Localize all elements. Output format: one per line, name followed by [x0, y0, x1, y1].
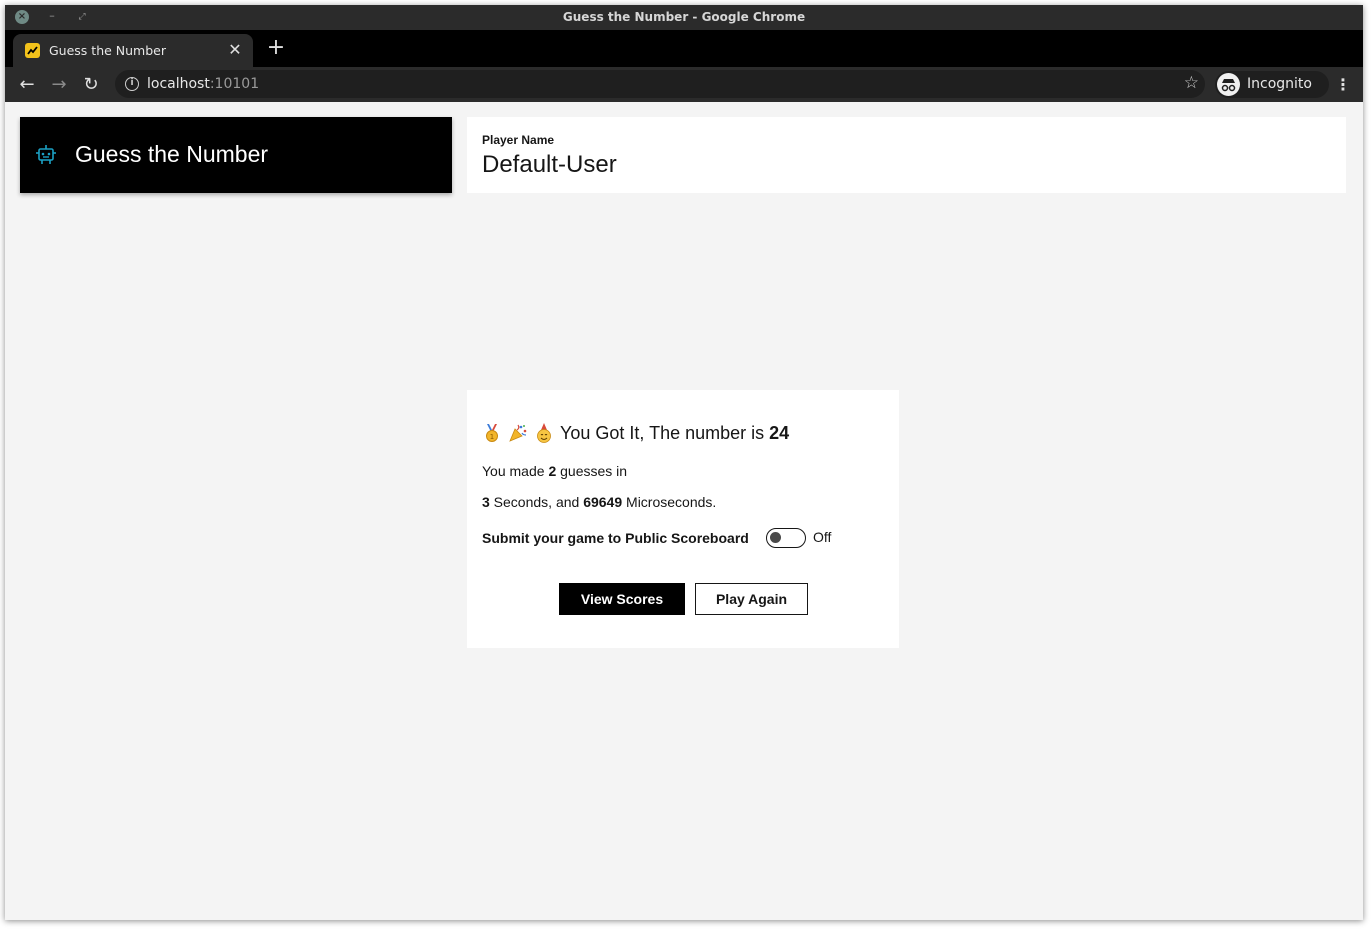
browser-window: × – ⤢ Guess the Number - Google Chrome G… — [5, 5, 1363, 920]
title-bar: × – ⤢ Guess the Number - Google Chrome — [5, 5, 1363, 30]
svg-text:1: 1 — [490, 433, 494, 441]
browser-toolbar: ← → ↻ i localhost:10101 ☆ Incognito ⋮ — [5, 67, 1363, 102]
tab-close-icon[interactable]: ✕ — [225, 40, 245, 60]
incognito-icon — [1217, 73, 1240, 96]
guess-count-prefix: You made — [482, 463, 549, 479]
forward-button[interactable]: → — [47, 73, 71, 97]
guess-count-line: You made 2 guesses in — [482, 463, 627, 479]
elapsed-microseconds: 69649 — [583, 494, 623, 510]
address-bar[interactable]: i localhost:10101 ☆ — [115, 70, 1205, 98]
elapsed-seconds: 3 — [482, 494, 490, 510]
tab-guess-the-number[interactable]: Guess the Number ✕ — [13, 34, 253, 67]
play-again-button[interactable]: Play Again — [695, 583, 808, 615]
robot-icon — [35, 144, 57, 170]
site-info-icon[interactable]: i — [125, 77, 139, 91]
brand-header: Guess the Number — [20, 117, 452, 193]
elapsed-suffix: Microseconds. — [622, 494, 717, 510]
brand-title: Guess the Number — [75, 141, 269, 167]
toggle-state-text: Off — [813, 529, 832, 545]
player-name-label: Player Name — [482, 133, 555, 147]
submit-scoreboard-label: Submit your game to Public Scoreboard — [482, 530, 749, 546]
page-content: Guess the Number Player Name Default-Use… — [5, 102, 1363, 920]
tab-strip: Guess the Number ✕ + — [5, 30, 1363, 67]
window-title: Guess the Number - Google Chrome — [562, 10, 806, 24]
toggle-knob — [770, 532, 781, 543]
elapsed-time-line: 3 Seconds, and 69649 Microseconds. — [482, 494, 716, 510]
incognito-label: Incognito — [1247, 76, 1312, 92]
incognito-badge[interactable]: Incognito — [1215, 71, 1329, 98]
scoreboard-toggle[interactable] — [766, 528, 806, 548]
guess-count-suffix: guesses in — [556, 463, 628, 479]
new-tab-button[interactable]: + — [263, 35, 289, 61]
player-name-value: Default-User — [482, 151, 617, 178]
reload-button[interactable]: ↻ — [79, 73, 103, 97]
favicon-icon — [25, 43, 40, 58]
tab-title: Guess the Number — [49, 43, 166, 58]
url-port: :10101 — [209, 76, 260, 92]
result-card: 1 You Got It, The number is 24 You made … — [467, 390, 899, 648]
headline-text: You Got It, The number is — [560, 423, 770, 443]
menu-icon[interactable]: ⋮ — [1333, 73, 1353, 97]
birthday-face-icon — [534, 423, 554, 443]
back-button[interactable]: ← — [15, 73, 39, 97]
url-text: localhost:10101 — [147, 76, 259, 92]
medal-icon: 1 — [482, 423, 502, 443]
view-scores-button[interactable]: View Scores — [559, 583, 685, 615]
elapsed-mid-text: Seconds, and — [489, 494, 584, 510]
player-name-panel: Player Name Default-User — [467, 117, 1346, 193]
target-number: 24 — [769, 423, 790, 443]
party-popper-icon — [508, 423, 528, 443]
url-host: localhost — [147, 76, 210, 92]
result-headline: 1 You Got It, The number is 24 — [482, 423, 789, 444]
bookmark-star-icon[interactable]: ☆ — [1184, 73, 1199, 93]
